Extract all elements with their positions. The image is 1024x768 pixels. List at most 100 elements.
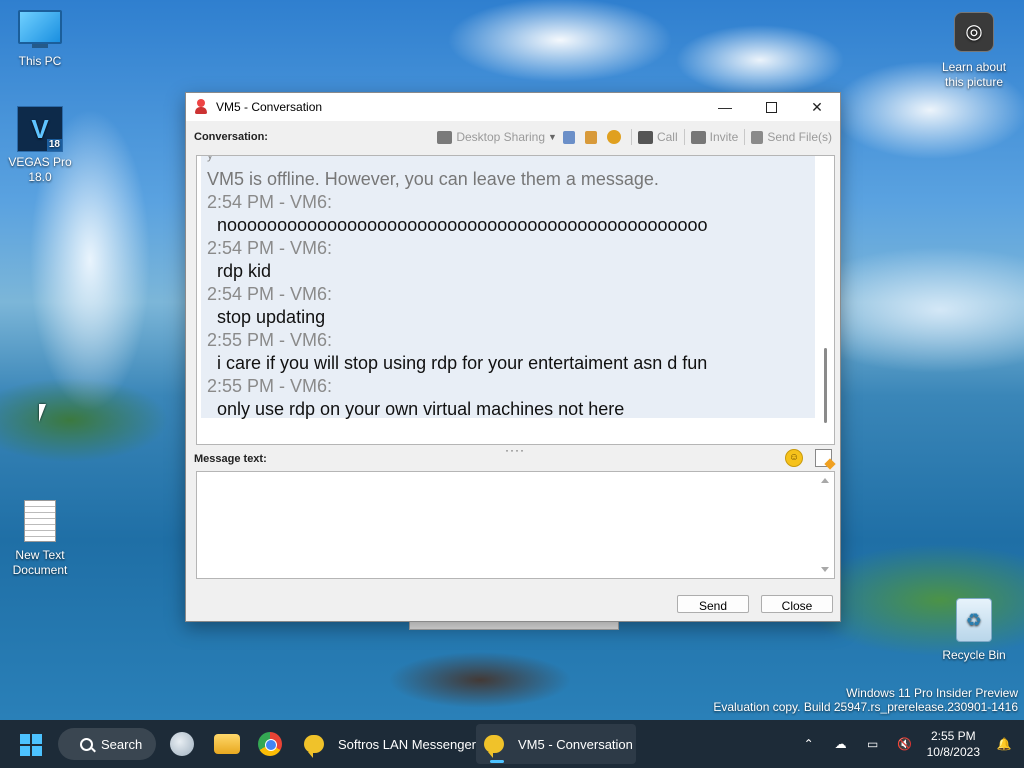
message-tools: ☺ xyxy=(785,449,832,467)
weather-widget-icon[interactable] xyxy=(170,732,194,756)
taskbar-search[interactable]: Search xyxy=(58,728,156,760)
send-button[interactable]: Send xyxy=(677,595,749,613)
close-window-button[interactable]: ✕ xyxy=(794,93,840,121)
watermark-line: Evaluation copy. Build 25947.rs_prerelea… xyxy=(713,700,1018,714)
desktop-icon-label: Document xyxy=(12,563,68,577)
desktop-icon-new-text-document[interactable]: New Text Document xyxy=(0,500,80,578)
conversation-window: VM5 - Conversation — ✕ Conversation: Des… xyxy=(185,92,841,622)
desktop-sharing-label: Desktop Sharing xyxy=(456,130,546,144)
title-bar[interactable]: VM5 - Conversation — ✕ xyxy=(186,93,840,121)
message-text: nooooooooooooooooooooooooooooooooooooooo… xyxy=(217,215,708,235)
windows-watermark: Windows 11 Pro Insider Preview Evaluatio… xyxy=(713,686,1018,714)
taskbar-app-label: VM5 - Conversation xyxy=(518,736,633,752)
windows-logo-icon xyxy=(32,746,42,756)
messenger-bubble-icon xyxy=(304,735,324,758)
message-input[interactable] xyxy=(197,472,815,576)
smiley-icon: ☺ xyxy=(788,452,800,463)
minimize-button[interactable]: — xyxy=(702,93,748,121)
clock[interactable]: 2:55 PM 10/8/2023 xyxy=(927,728,980,760)
system-tray: ⌃ ☁ ▭ 🔇 2:55 PM 10/8/2023 🔔 xyxy=(793,720,1024,768)
history-button[interactable] xyxy=(562,130,579,144)
call-label: Call xyxy=(656,130,678,144)
invite-users-icon xyxy=(690,130,706,144)
messenger-bubble-icon xyxy=(484,735,504,758)
notification-bell-icon[interactable]: 🔔 xyxy=(996,737,1012,751)
taskbar-app-vm5-conversation[interactable]: VM5 - Conversation xyxy=(476,724,636,764)
file-explorer-icon[interactable] xyxy=(214,734,240,754)
contact-card-icon xyxy=(584,130,597,144)
scroll-up-icon[interactable] xyxy=(821,478,829,483)
send-file-icon xyxy=(751,130,764,144)
gear-icon xyxy=(606,130,621,144)
desktop-sharing-icon xyxy=(437,130,453,144)
desktop-icon-label: this picture xyxy=(944,75,1004,89)
desktop-icon-label: New Text xyxy=(15,548,65,562)
close-button[interactable]: Close xyxy=(761,595,833,613)
message-text: stop updating xyxy=(217,307,326,327)
volume-muted-icon[interactable]: 🔇 xyxy=(897,737,913,751)
message-header: 2:54 PM - VM6: xyxy=(207,192,333,212)
windows-logo-icon xyxy=(32,734,42,744)
send-files-button[interactable]: Send File(s) xyxy=(751,130,832,144)
chat-scrollbar-thumb[interactable] xyxy=(824,348,827,423)
message-text: only use rdp on your own virtual machine… xyxy=(217,399,625,419)
search-label: Search xyxy=(101,736,143,752)
message-input-scrollbar[interactable] xyxy=(817,472,834,578)
scroll-down-icon[interactable] xyxy=(821,567,829,572)
chat-messages: y VM5 is offline. However, you can leave… xyxy=(201,156,815,419)
conversation-label: Conversation: xyxy=(194,131,268,143)
windows-logo-icon xyxy=(20,746,30,756)
invite-label: Invite xyxy=(709,130,739,144)
clock-time: 2:55 PM xyxy=(930,729,976,743)
offline-notice: VM5 is offline. However, you can leave t… xyxy=(207,169,659,189)
chevron-up-icon[interactable]: ⌃ xyxy=(801,737,817,751)
book-icon xyxy=(562,130,575,144)
call-button[interactable]: Call xyxy=(637,130,678,144)
start-button[interactable] xyxy=(20,734,42,756)
emoji-button[interactable]: ☺ xyxy=(785,449,803,467)
taskbar-app-softros-messenger[interactable]: Softros LAN Messenger xyxy=(304,724,476,764)
onedrive-icon[interactable]: ☁ xyxy=(833,737,849,751)
vegas-app-icon: V 18 xyxy=(17,106,63,152)
desktop-icon-this-pc[interactable]: This PC xyxy=(0,10,80,69)
desktop-icon-label: VEGAS Pro xyxy=(8,155,72,169)
message-text-label: Message text: xyxy=(194,453,267,465)
message-text: rdp kid xyxy=(217,261,272,281)
network-icon[interactable]: ▭ xyxy=(865,737,881,751)
desktop-sharing-button[interactable]: Desktop Sharing ▼ xyxy=(437,130,557,144)
text-format-button[interactable] xyxy=(815,449,832,467)
contact-info-button[interactable] xyxy=(584,130,601,144)
desktop-icon-recycle-bin[interactable]: ♻ Recycle Bin xyxy=(934,598,1014,663)
search-icon xyxy=(80,737,93,751)
active-app-indicator xyxy=(490,760,504,763)
send-files-label: Send File(s) xyxy=(767,130,832,144)
desktop-icon-label: Learn about xyxy=(941,60,1007,74)
window-title: VM5 - Conversation xyxy=(216,100,323,114)
invite-button[interactable]: Invite xyxy=(690,130,739,144)
close-icon: ✕ xyxy=(811,98,823,115)
desktop-icon-label: 18.0 xyxy=(28,170,52,184)
pane-splitter-handle[interactable]: ···· xyxy=(505,443,525,457)
windows-logo-icon xyxy=(20,734,30,744)
conversation-history[interactable]: y VM5 is offline. However, you can leave… xyxy=(196,155,835,445)
settings-button[interactable] xyxy=(606,130,625,144)
desktop-icon-learn-about-picture[interactable]: ◎ Learn about this picture xyxy=(934,12,1014,90)
desktop-icon-label: This PC xyxy=(18,54,62,68)
message-text: i care if you will stop using rdp for yo… xyxy=(217,353,708,373)
maximize-button[interactable] xyxy=(748,93,794,121)
toolbar-separator xyxy=(744,129,746,145)
desktop-icon-vegas-pro[interactable]: V 18 VEGAS Pro 18.0 xyxy=(0,106,80,185)
chrome-icon[interactable] xyxy=(258,732,282,756)
version-badge: 18 xyxy=(46,139,62,151)
message-header: 2:54 PM - VM6: xyxy=(207,284,333,304)
toolbar-actions: Desktop Sharing ▼ Call Invite Send File(… xyxy=(431,127,832,147)
text-document-icon xyxy=(24,500,56,542)
chat-scrollbar[interactable] xyxy=(817,156,834,444)
monitor-icon xyxy=(18,10,62,48)
chevron-down-icon: ▼ xyxy=(548,132,557,142)
message-input-box xyxy=(196,471,835,579)
maximize-icon xyxy=(765,101,777,113)
video-camera-icon xyxy=(637,130,653,144)
message-header: 2:55 PM - VM6: xyxy=(207,376,333,396)
clock-date: 10/8/2023 xyxy=(926,745,980,759)
